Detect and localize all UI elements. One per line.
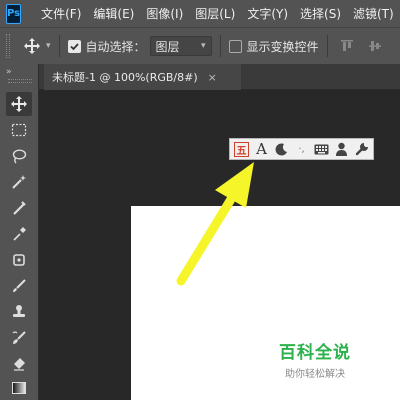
- show-transform-controls-checkbox[interactable]: [228, 39, 242, 53]
- divider: [326, 35, 328, 57]
- rect-marquee-tool[interactable]: [6, 118, 32, 142]
- magic-wand-tool[interactable]: [6, 170, 32, 194]
- punctuation-icon[interactable]: ·,: [293, 140, 310, 158]
- align-top-button[interactable]: [338, 37, 356, 55]
- eraser-tool-icon: [14, 358, 25, 371]
- move-tool-icon: [11, 96, 27, 112]
- watermark-subtitle: 助你轻松解决: [285, 369, 345, 380]
- punctuation-glyph: ·,: [298, 143, 305, 155]
- watermark-title: 百科全说: [279, 343, 351, 363]
- document-tab-title: 未标题-1 @ 100%(RGB/8#): [52, 71, 198, 84]
- ime-chinese-icon[interactable]: 五: [233, 140, 250, 158]
- menu-items: 文件(F) 编辑(E) 图像(I) 图层(L) 文字(Y) 选择(S) 滤镜(T…: [41, 5, 400, 22]
- chevron-down-icon[interactable]: ▾: [46, 41, 51, 51]
- divider: [58, 35, 60, 57]
- move-icon: [24, 38, 40, 54]
- document-tab-bar: 未标题-1 @ 100%(RGB/8#) ×: [39, 64, 400, 90]
- healing-brush-tool[interactable]: [6, 248, 32, 272]
- checkmark-icon: [69, 42, 79, 50]
- crop-tool[interactable]: [6, 196, 32, 220]
- document-tab[interactable]: 未标题-1 @ 100%(RGB/8#) ×: [44, 64, 241, 90]
- align-vertical-center-button[interactable]: [366, 37, 384, 55]
- ime-toolbar: 五 A ·,: [229, 138, 374, 160]
- menu-filter[interactable]: 滤镜(T): [353, 5, 394, 22]
- moon-shape: [275, 142, 287, 155]
- options-bar-grip[interactable]: [6, 34, 10, 58]
- keyboard-shape: [314, 144, 329, 154]
- history-brush-tool-icon: [12, 331, 26, 344]
- wrench-shape: [355, 143, 368, 156]
- menu-layer[interactable]: 图层(L): [195, 5, 235, 22]
- font-glyph: A: [256, 140, 267, 158]
- photoshop-logo: Ps: [6, 3, 22, 24]
- tools-panel-grip[interactable]: [8, 79, 32, 83]
- moon-icon[interactable]: [273, 140, 290, 158]
- auto-select-label: 自动选择：: [85, 39, 146, 54]
- lasso-tool[interactable]: [6, 144, 32, 168]
- menu-image[interactable]: 图像(I): [146, 5, 183, 22]
- auto-select-checkbox[interactable]: [67, 39, 81, 53]
- user-icon[interactable]: [333, 140, 350, 158]
- eyedropper-tool-icon: [13, 227, 26, 241]
- clone-stamp-tool-icon: [13, 305, 25, 317]
- align-top-icon: [340, 40, 353, 51]
- eyedropper-tool[interactable]: [6, 222, 32, 246]
- close-icon[interactable]: ×: [208, 71, 217, 84]
- menu-bar: Ps 文件(F) 编辑(E) 图像(I) 图层(L) 文字(Y) 选择(S) 滤…: [0, 0, 400, 27]
- divider: [219, 35, 221, 57]
- clone-stamp-tool[interactable]: [6, 300, 32, 324]
- wrench-icon[interactable]: [353, 140, 370, 158]
- lasso-tool-icon: [12, 149, 27, 164]
- show-transform-controls-label: 显示变换控件: [246, 39, 319, 54]
- magic-wand-tool-icon: [12, 175, 26, 189]
- user-shape: [336, 142, 347, 156]
- font-icon[interactable]: A: [253, 140, 270, 158]
- menu-file[interactable]: 文件(F): [41, 5, 81, 22]
- align-vertical-center-icon: [368, 41, 381, 51]
- watermark-logo: 百科全说 助你轻松解决: [270, 338, 360, 380]
- move-tool-preset-button[interactable]: [20, 34, 44, 58]
- keyboard-icon[interactable]: [313, 140, 330, 158]
- auto-select-target-select[interactable]: 图层 ▾: [149, 36, 212, 56]
- options-bar: ▾ 自动选择： 图层 ▾ 显示变换控件: [0, 27, 400, 64]
- move-tool[interactable]: [6, 92, 32, 116]
- rect-marquee-tool-icon: [11, 123, 27, 137]
- gradient-tool-icon: [12, 382, 26, 394]
- menu-select[interactable]: 选择(S): [300, 5, 341, 22]
- chevron-down-icon: ▾: [201, 41, 206, 51]
- tools-panel: »: [0, 64, 39, 400]
- layer-select-value: 图层: [155, 39, 180, 54]
- healing-brush-tool-icon: [13, 254, 25, 266]
- menu-edit[interactable]: 编辑(E): [93, 5, 134, 22]
- history-brush-tool[interactable]: [6, 326, 32, 350]
- brush-tool-icon: [13, 279, 26, 292]
- gradient-tool[interactable]: [6, 376, 32, 400]
- brush-tool[interactable]: [6, 274, 32, 298]
- collapse-panel-icon[interactable]: »: [6, 67, 11, 77]
- menu-type[interactable]: 文字(Y): [247, 5, 288, 22]
- ime-chinese-badge: 五: [234, 141, 249, 157]
- eraser-tool[interactable]: [6, 352, 32, 376]
- crop-tool-icon: [13, 201, 26, 215]
